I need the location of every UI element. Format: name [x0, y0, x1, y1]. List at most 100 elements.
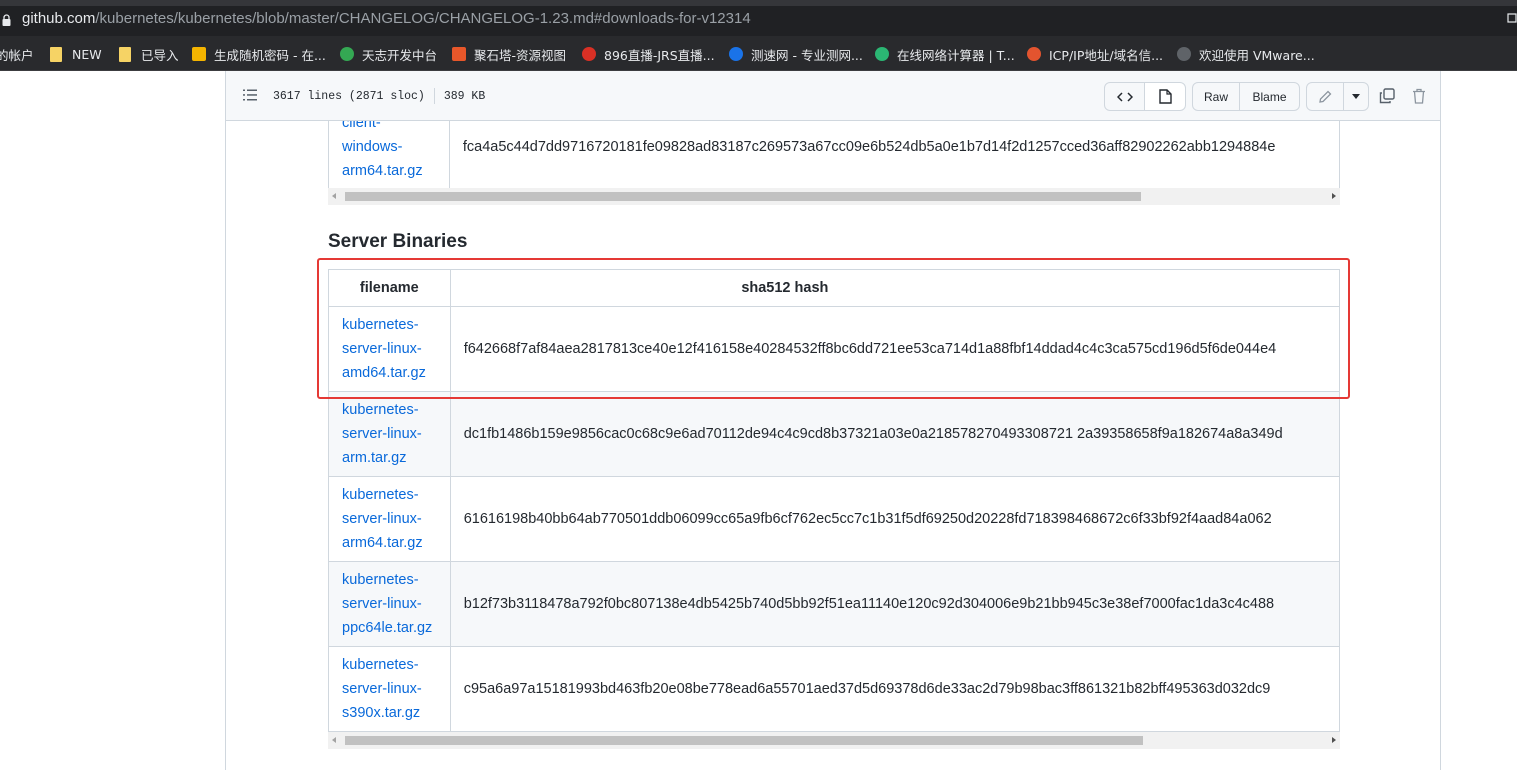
- client-binaries-table: client- windows- arm64.tar.gz fca4a5c44d…: [328, 121, 1340, 188]
- bookmark-folder-new[interactable]: NEW: [50, 44, 102, 64]
- table-row: kubernetes- server-linux- arm.tar.gz dc1…: [328, 391, 1340, 477]
- line-count: 3617 lines (2871 sloc): [273, 89, 425, 103]
- folder-icon: [50, 46, 62, 62]
- dev-platform-icon: [340, 47, 354, 61]
- bookmark-calculator[interactable]: 在线网络计算器 | T...: [875, 44, 1015, 64]
- download-link-line[interactable]: client-: [342, 121, 449, 135]
- folder-icon: [119, 46, 131, 62]
- edit-button[interactable]: [1306, 82, 1344, 111]
- trash-icon: [1413, 88, 1425, 104]
- blame-button[interactable]: Blame: [1239, 82, 1300, 111]
- column-header-hash: sha512 hash: [449, 269, 1340, 307]
- bookmark-label: 896直播-JRS直播...: [604, 47, 715, 63]
- scroll-left-icon[interactable]: [332, 193, 336, 199]
- download-link-line[interactable]: s390x.tar.gz: [342, 701, 450, 725]
- file-icon: [1158, 89, 1172, 104]
- file-header: 3617 lines (2871 sloc) 389 KB Raw Blame: [226, 71, 1440, 121]
- download-link-line[interactable]: server-linux-: [342, 422, 450, 446]
- download-link-line[interactable]: server-linux-: [342, 507, 450, 531]
- delete-button[interactable]: [1410, 87, 1428, 105]
- bookmark-label: 的帐户: [0, 47, 34, 63]
- filename-cell: kubernetes- server-linux- amd64.tar.gz: [328, 306, 451, 392]
- speedtest-icon: [729, 47, 743, 61]
- bookmark-label: 欢迎使用 VMware...: [1199, 47, 1315, 63]
- download-link-line[interactable]: arm.tar.gz: [342, 446, 450, 470]
- bookmark-label: ICP/IP地址/域名信...: [1049, 47, 1164, 63]
- scroll-left-icon[interactable]: [332, 737, 336, 743]
- hash-cell: 61616198b40bb64ab770501ddb06099cc65a9fb6…: [449, 476, 1340, 562]
- url-text[interactable]: github.com/kubernetes/kubernetes/blob/ma…: [22, 10, 751, 27]
- tab-strip-edge: [0, 0, 1517, 6]
- bookmark-jushita[interactable]: 聚石塔-资源视图: [452, 44, 566, 64]
- browser-address-bar[interactable]: github.com/kubernetes/kubernetes/blob/ma…: [0, 0, 1517, 36]
- download-link-line[interactable]: arm64.tar.gz: [342, 159, 449, 183]
- scrollbar-thumb[interactable]: [345, 736, 1143, 745]
- markdown-body: client- windows- arm64.tar.gz fca4a5c44d…: [328, 121, 1340, 770]
- horizontal-scrollbar[interactable]: [328, 188, 1340, 205]
- icp-icon: [1027, 47, 1041, 61]
- scrollbar-thumb[interactable]: [345, 192, 1141, 201]
- vmware-icon: [1177, 47, 1191, 61]
- raw-button[interactable]: Raw: [1192, 82, 1240, 111]
- hash-cell: b12f73b3118478a792f0bc807138e4db5425b740…: [449, 561, 1340, 647]
- bookmark-label: 聚石塔-资源视图: [474, 47, 567, 63]
- bookmark-dev-platform[interactable]: 天志开发中台: [340, 44, 437, 64]
- bookmark-vmware[interactable]: 欢迎使用 VMware...: [1177, 44, 1315, 64]
- bookmark-live[interactable]: 896直播-JRS直播...: [582, 44, 715, 64]
- bookmarks-bar: 的帐户 NEW 已导入 生成随机密码 - 在... 天志开发中台 聚石塔-资源视…: [0, 36, 1517, 71]
- download-link-line[interactable]: ppc64le.tar.gz: [342, 616, 450, 640]
- bookmark-speedtest[interactable]: 测速网 - 专业测网...: [729, 44, 863, 64]
- download-link-line[interactable]: windows-: [342, 135, 449, 159]
- scroll-right-icon[interactable]: [1332, 193, 1336, 199]
- outline-list-icon[interactable]: [243, 89, 257, 101]
- url-path: /kubernetes/kubernetes/blob/master/CHANG…: [95, 10, 751, 27]
- bookmark-icp[interactable]: ICP/IP地址/域名信...: [1027, 44, 1163, 64]
- server-binaries-table: filename sha512 hash kubernetes- server-…: [328, 269, 1340, 732]
- bookmark-folder-imported[interactable]: 已导入: [119, 44, 179, 64]
- hash-cell: dc1fb1486b159e9856cac0c68c9e6ad70112de94…: [449, 391, 1340, 477]
- download-link-line[interactable]: kubernetes-: [342, 483, 450, 507]
- download-link-line[interactable]: kubernetes-: [342, 313, 450, 337]
- display-source-button[interactable]: [1104, 82, 1145, 111]
- scroll-right-icon[interactable]: [1332, 737, 1336, 743]
- file-info: 3617 lines (2871 sloc) 389 KB: [273, 88, 485, 104]
- table-row: kubernetes- server-linux- s390x.tar.gz c…: [328, 646, 1340, 732]
- download-link-line[interactable]: amd64.tar.gz: [342, 361, 450, 385]
- live-icon: [582, 47, 596, 61]
- edit-dropdown-button[interactable]: [1343, 82, 1369, 111]
- copy-button[interactable]: [1378, 87, 1396, 105]
- bookmark-label: 生成随机密码 - 在...: [214, 47, 326, 63]
- filename-cell: kubernetes- server-linux- arm64.tar.gz: [328, 476, 451, 562]
- url-host: github.com: [22, 10, 96, 27]
- table-row: kubernetes- server-linux- ppc64le.tar.gz…: [328, 561, 1340, 647]
- horizontal-scrollbar[interactable]: [328, 732, 1340, 749]
- download-link-line[interactable]: server-linux-: [342, 677, 450, 701]
- display-rendered-button[interactable]: [1144, 82, 1186, 111]
- code-icon: [1116, 91, 1133, 102]
- calculator-icon: [875, 47, 889, 61]
- download-link-line[interactable]: kubernetes-: [342, 398, 450, 422]
- bookmark-label: 在线网络计算器 | T...: [897, 47, 1015, 63]
- filename-cell: kubernetes- server-linux- arm.tar.gz: [328, 391, 451, 477]
- download-link-line[interactable]: arm64.tar.gz: [342, 531, 450, 555]
- filename-cell: kubernetes- server-linux- ppc64le.tar.gz: [328, 561, 451, 647]
- filename-cell: kubernetes- server-linux- s390x.tar.gz: [328, 646, 451, 732]
- lock-icon[interactable]: [2, 14, 11, 26]
- bookmark-label: 测速网 - 专业测网...: [751, 47, 863, 63]
- table-row: kubernetes- server-linux- amd64.tar.gz f…: [328, 306, 1340, 392]
- download-link-line[interactable]: server-linux-: [342, 592, 450, 616]
- column-header-filename: filename: [328, 269, 451, 307]
- password-site-icon: [192, 47, 206, 61]
- download-link-line[interactable]: server-linux-: [342, 337, 450, 361]
- divider: [433, 88, 435, 104]
- hash-cell: c95a6a97a15181993bd463fb20e08be778ead6a5…: [449, 646, 1340, 732]
- bookmark-account[interactable]: 的帐户: [0, 44, 34, 64]
- bookmark-label: 已导入: [141, 47, 179, 63]
- bookmark-label: NEW: [72, 46, 102, 62]
- filename-cell: client- windows- arm64.tar.gz: [328, 121, 450, 188]
- download-link-line[interactable]: kubernetes-: [342, 568, 450, 592]
- file-box: 3617 lines (2871 sloc) 389 KB Raw Blame: [225, 71, 1441, 770]
- share-icon[interactable]: [1507, 12, 1517, 24]
- download-link-line[interactable]: kubernetes-: [342, 653, 450, 677]
- bookmark-password[interactable]: 生成随机密码 - 在...: [192, 44, 326, 64]
